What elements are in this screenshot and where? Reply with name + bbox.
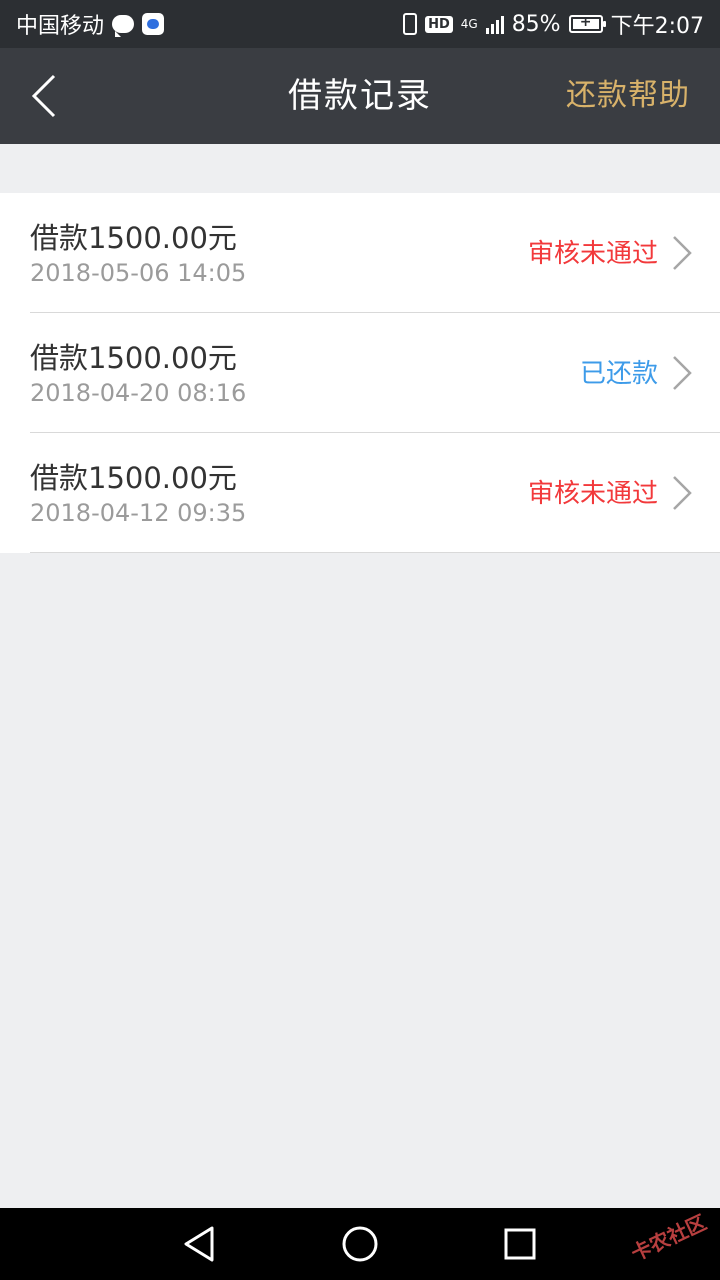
loan-time: 2018-05-06 14:05	[30, 259, 247, 287]
loan-record-item[interactable]: 借款1500.00元 2018-04-20 08:16 已还款	[30, 313, 720, 433]
content-area: 借款1500.00元 2018-05-06 14:05 审核未通过 借款1500…	[0, 144, 720, 1208]
status-bar: 中国移动 HD 4G 85% + 下午2:07	[0, 0, 720, 48]
loan-amount: 借款1500.00元	[30, 461, 237, 495]
loan-status: 已还款	[579, 359, 658, 389]
triangle-back-icon[interactable]	[180, 1224, 220, 1264]
loan-record-list: 借款1500.00元 2018-05-06 14:05 审核未通过 借款1500…	[0, 193, 720, 553]
square-recent-icon[interactable]	[500, 1224, 540, 1264]
status-bar-right: HD 4G 85% + 下午2:07	[403, 8, 704, 40]
battery-percent: 85%	[511, 11, 561, 37]
chevron-right-icon	[673, 476, 692, 510]
chevron-right-icon	[673, 236, 692, 270]
hd-badge: HD	[425, 15, 453, 33]
vibrate-icon	[403, 13, 418, 35]
status-bar-left: 中国移动	[16, 8, 165, 40]
loan-status: 审核未通过	[527, 479, 658, 509]
network-type: 4G	[460, 17, 478, 31]
circle-home-icon[interactable]	[340, 1224, 380, 1264]
signal-icon	[485, 14, 504, 34]
loan-record-item[interactable]: 借款1500.00元 2018-04-12 09:35 审核未通过	[30, 433, 720, 553]
watermark-logo: 卡农社区	[627, 1210, 710, 1266]
message-icon	[112, 15, 135, 37]
repayment-help-button[interactable]: 还款帮助	[566, 48, 690, 144]
loan-time: 2018-04-20 08:16	[30, 379, 247, 407]
baidu-app-icon	[142, 13, 165, 35]
loan-amount: 借款1500.00元	[30, 341, 237, 375]
loan-amount: 借款1500.00元	[30, 221, 237, 255]
system-navigation-bar: 卡农社区	[0, 1208, 720, 1280]
loan-status: 审核未通过	[527, 239, 658, 269]
battery-icon: +	[568, 15, 606, 33]
loan-record-item[interactable]: 借款1500.00元 2018-05-06 14:05 审核未通过	[30, 193, 720, 313]
loan-time: 2018-04-12 09:35	[30, 499, 247, 527]
chevron-right-icon	[673, 356, 692, 390]
app-bar: 借款记录 还款帮助	[0, 48, 720, 144]
carrier-label: 中国移动	[16, 14, 105, 39]
status-time: 下午2:07	[610, 14, 704, 39]
